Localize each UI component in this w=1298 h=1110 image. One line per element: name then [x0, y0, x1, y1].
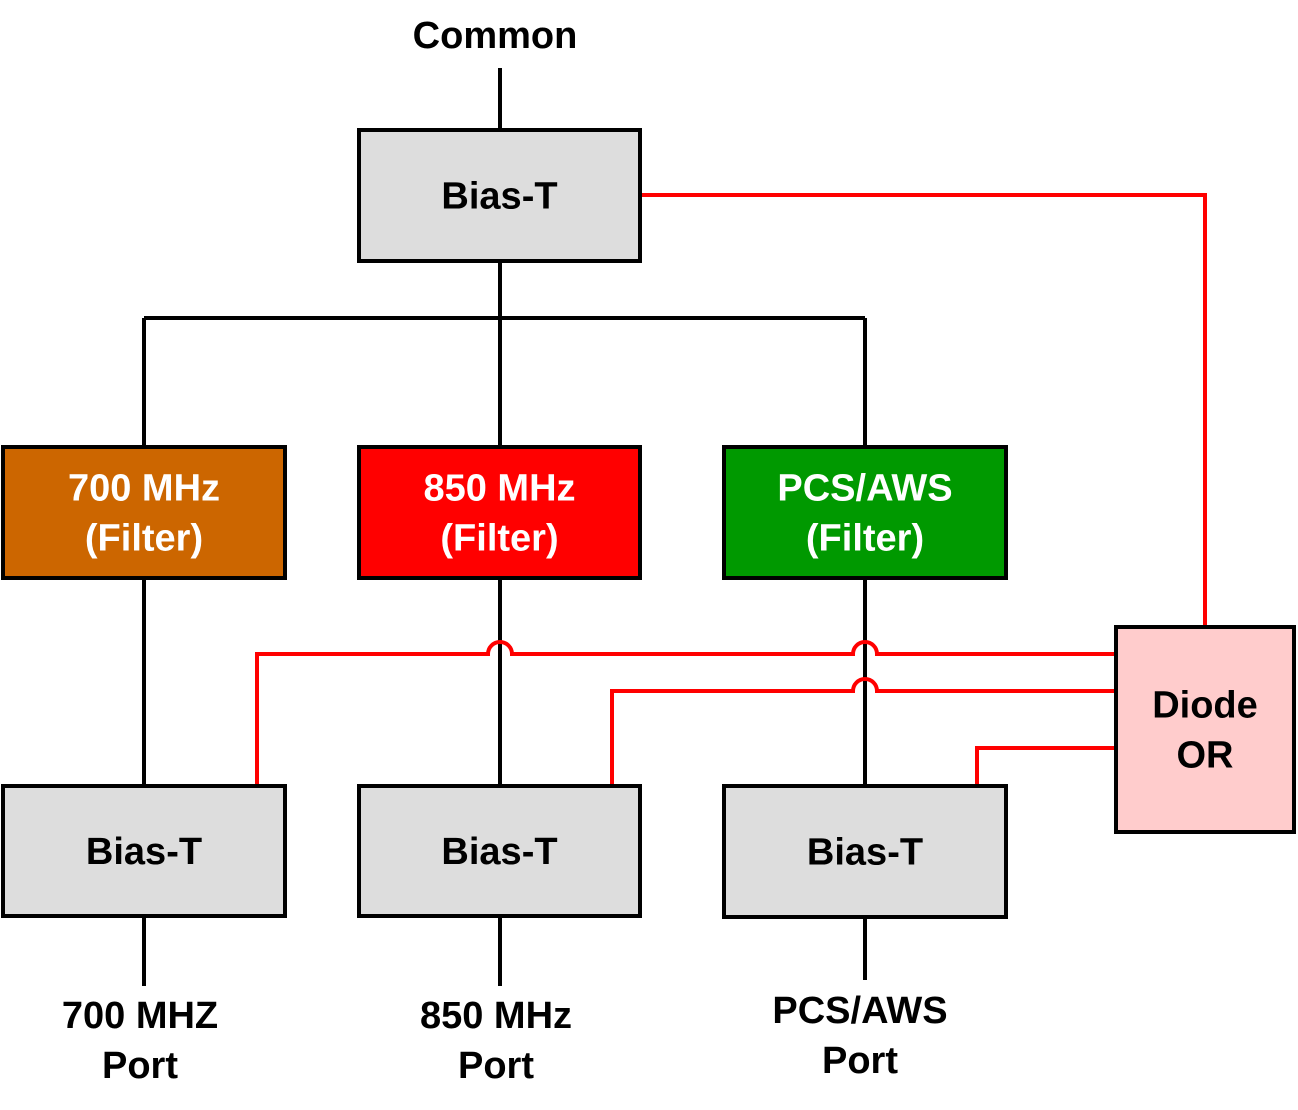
block-filter-pcs: PCS/AWS (Filter)	[722, 445, 1008, 580]
block-label: Diode	[1152, 685, 1258, 727]
dc-line-pcs	[975, 746, 1116, 786]
block-diode-or: Diode OR	[1114, 625, 1296, 834]
port-850-label-2: Port	[458, 1045, 534, 1087]
block-bias-pcs: Bias-T	[722, 784, 1008, 919]
rf-block-diagram: Bias-T700 MHz(Filter)850 MHz(Filter)PCS/…	[1, 15, 1296, 1087]
port-pcs-label: PCS/AWS	[772, 990, 947, 1032]
port-pcs-label-2: Port	[822, 1040, 898, 1082]
block-label: (Filter)	[85, 518, 203, 560]
block-label: 700 MHz	[68, 468, 220, 510]
port-700-label: 700 MHZ	[62, 995, 218, 1037]
block-box	[1114, 625, 1296, 834]
block-label: Bias-T	[86, 831, 202, 873]
block-bias-700: Bias-T	[1, 784, 287, 918]
block-label: PCS/AWS	[777, 468, 952, 510]
port-850-label: 850 MHz	[420, 995, 572, 1037]
block-label: 850 MHz	[423, 468, 575, 510]
block-label: (Filter)	[440, 518, 558, 560]
common-label: Common	[413, 15, 578, 57]
block-filter-700: 700 MHz (Filter)	[1, 445, 287, 580]
block-label: (Filter)	[806, 518, 924, 560]
dc-line-700	[255, 640, 1116, 786]
block-label: Bias-T	[441, 176, 557, 218]
block-filter-850: 850 MHz (Filter)	[357, 445, 642, 580]
block-bias-top: Bias-T	[357, 128, 642, 263]
block-label: OR	[1177, 735, 1234, 777]
block-label: Bias-T	[807, 832, 923, 874]
block-bias-850: Bias-T	[357, 784, 642, 918]
block-label: Bias-T	[441, 831, 557, 873]
port-700-label-2: Port	[102, 1045, 178, 1087]
